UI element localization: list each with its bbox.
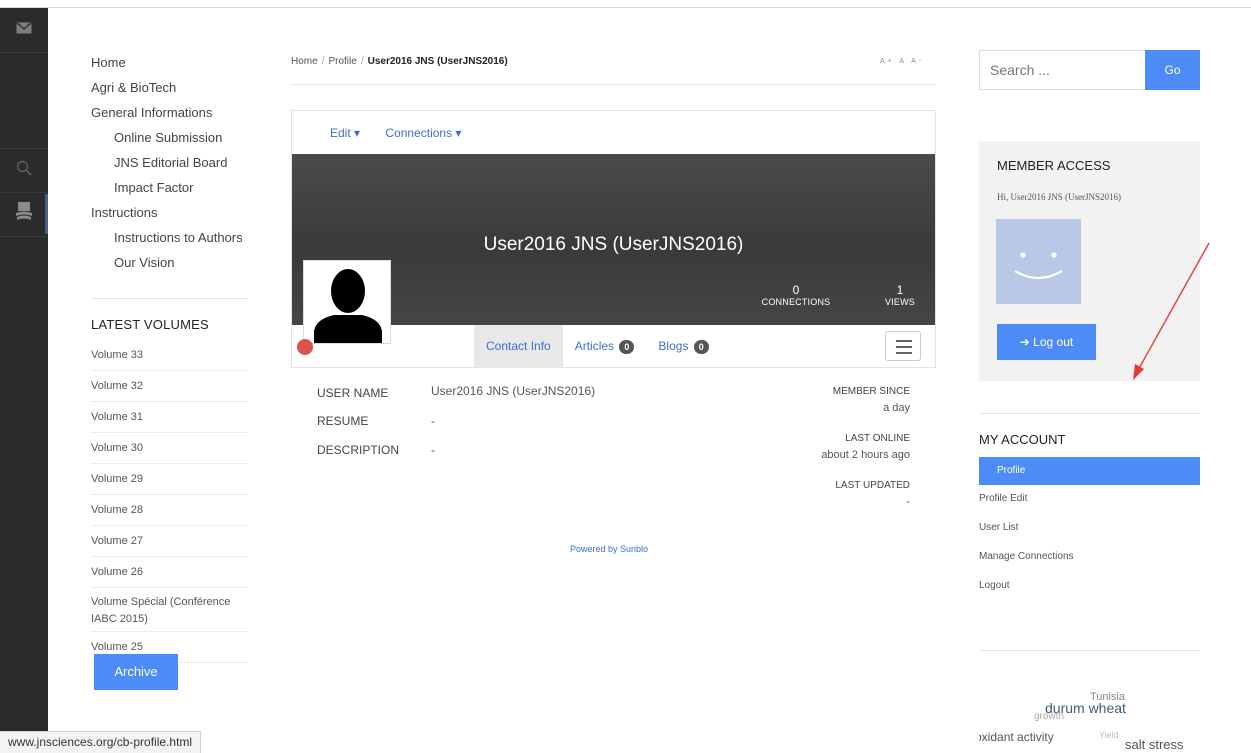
logout-button[interactable]: ➔ Log out bbox=[997, 324, 1096, 360]
search-button[interactable]: Go bbox=[1145, 50, 1200, 90]
search-icon[interactable] bbox=[0, 160, 48, 176]
search-input[interactable] bbox=[979, 50, 1145, 90]
last-updated: LAST UPDATED - bbox=[835, 480, 910, 508]
account-item-profile[interactable]: Profile bbox=[979, 457, 1200, 485]
resume-value: - bbox=[431, 414, 435, 428]
url-status-bar: www.jnsciences.org/cb-profile.html bbox=[0, 731, 202, 753]
nav-item-instructions-to-authors[interactable]: Instructions to Authors bbox=[91, 227, 248, 252]
username-label: USER NAME bbox=[317, 386, 389, 400]
top-border bbox=[0, 0, 1251, 8]
breadcrumb-home[interactable]: Home bbox=[291, 56, 318, 67]
connections-stat[interactable]: 0 CONNECTIONS bbox=[755, 283, 837, 307]
profile-tabs: Contact Info Articles 0 Blogs 0 bbox=[474, 325, 721, 367]
tag-link[interactable]: oxidant activity bbox=[979, 730, 1054, 744]
nav-item-jns-editorial-board[interactable]: JNS Editorial Board bbox=[91, 152, 248, 177]
member-avatar bbox=[996, 219, 1081, 304]
connections-menu[interactable]: Connections ▾ bbox=[385, 126, 461, 140]
blogs-count-badge: 0 bbox=[693, 340, 709, 354]
nav-item-impact-factor[interactable]: Impact Factor bbox=[91, 177, 248, 202]
my-account-menu: Profile Profile Edit User List Manage Conne… bbox=[979, 457, 1200, 601]
volume-link[interactable]: Volume 33 bbox=[91, 340, 248, 371]
nav-item-home[interactable]: Home bbox=[91, 52, 248, 77]
tag-link[interactable]: Yield bbox=[1099, 730, 1119, 740]
powered-by-link[interactable]: Powered by Sunblo bbox=[570, 544, 648, 554]
profile-card: Edit ▾ Connections ▾ User2016 JNS (UserJ… bbox=[291, 110, 936, 368]
logout-icon: ➔ bbox=[1019, 335, 1034, 349]
font-size-controls[interactable]: A+ A A- bbox=[880, 58, 924, 65]
tab-blogs[interactable]: Blogs 0 bbox=[646, 325, 720, 367]
description-label: DESCRIPTION bbox=[317, 443, 400, 457]
sidebar-divider bbox=[979, 413, 1200, 414]
nav-item-agri-biotech[interactable]: Agri & BioTech bbox=[91, 77, 248, 102]
offline-status-icon bbox=[297, 339, 313, 355]
edit-menu[interactable]: Edit ▾ bbox=[330, 126, 360, 140]
articles-count-badge: 0 bbox=[619, 340, 635, 354]
my-account-title: MY ACCOUNT bbox=[979, 432, 1066, 447]
last-online: LAST ONLINE about 2 hours ago bbox=[821, 433, 910, 461]
volume-link[interactable]: Volume 27 bbox=[91, 526, 248, 557]
sidebar-divider-2 bbox=[979, 650, 1200, 651]
description-value: - bbox=[431, 443, 435, 457]
menu-toggle-icon[interactable] bbox=[885, 331, 921, 361]
volume-list: Volume 33 Volume 32 Volume 31 Volume 30 Volu… bbox=[91, 340, 248, 663]
tag-link[interactable]: salt stress bbox=[1125, 737, 1184, 752]
smiley-avatar-icon bbox=[1014, 252, 1063, 280]
breadcrumb: Home / Profile / User2016 JNS (UserJNS2016) bbox=[291, 56, 508, 67]
account-item-user-list[interactable]: User List bbox=[979, 514, 1200, 543]
nav-item-online-submission[interactable]: Online Submission bbox=[91, 127, 248, 152]
latest-volumes-title: LATEST VOLUMES bbox=[91, 317, 209, 332]
account-item-logout[interactable]: Logout bbox=[979, 572, 1200, 601]
volume-link[interactable]: Volume 30 bbox=[91, 433, 248, 464]
views-stat: 1 VIEWS bbox=[884, 283, 915, 307]
tab-articles[interactable]: Articles 0 bbox=[563, 325, 647, 367]
nav-divider bbox=[91, 298, 248, 299]
tab-contact-info[interactable]: Contact Info bbox=[474, 325, 563, 367]
volume-link[interactable]: Volume 32 bbox=[91, 371, 248, 402]
profile-display-name: User2016 JNS (UserJNS2016) bbox=[483, 234, 744, 255]
tag-link[interactable]: growth bbox=[1034, 711, 1064, 722]
account-item-profile-edit[interactable]: Profile Edit bbox=[979, 485, 1200, 514]
profile-menu: Edit ▾ Connections ▾ bbox=[330, 126, 483, 140]
breadcrumb-divider bbox=[291, 84, 936, 85]
volume-link[interactable]: Volume 31 bbox=[91, 402, 248, 433]
volume-link[interactable]: Volume 28 bbox=[91, 495, 248, 526]
nav-item-instructions[interactable]: Instructions bbox=[91, 202, 248, 227]
nav-item-our-vision[interactable]: Our Vision bbox=[91, 252, 248, 277]
main-navigation: Home Agri & BioTech General Informations On… bbox=[91, 52, 248, 277]
resume-label: RESUME bbox=[317, 414, 369, 428]
member-access-title: MEMBER ACCESS bbox=[997, 158, 1111, 173]
member-since: MEMBER SINCE a day bbox=[832, 386, 910, 414]
account-item-manage-connections[interactable]: Manage Connections bbox=[979, 543, 1200, 572]
volume-link[interactable]: Volume 29 bbox=[91, 464, 248, 495]
mail-icon[interactable] bbox=[0, 22, 48, 34]
reading-icon[interactable] bbox=[0, 201, 48, 221]
nav-item-general-informations[interactable]: General Informations bbox=[91, 102, 248, 127]
member-greeting: Hi, User2016 JNS (UserJNS2016) bbox=[997, 192, 1121, 202]
archive-button[interactable]: Archive bbox=[94, 654, 178, 690]
profile-avatar bbox=[303, 260, 391, 344]
user-silhouette-icon bbox=[314, 269, 382, 343]
volume-link[interactable]: Volume Spécial (Conférence IABC 2015) bbox=[91, 588, 248, 632]
breadcrumb-current: User2016 JNS (UserJNS2016) bbox=[367, 56, 508, 67]
tag-cloud: Tunisia durum wheat growth oxidant activ… bbox=[979, 690, 1200, 753]
breadcrumb-profile[interactable]: Profile bbox=[328, 56, 356, 67]
side-rail bbox=[0, 8, 48, 753]
annotation-arrow-icon bbox=[1133, 242, 1210, 380]
volume-link[interactable]: Volume 26 bbox=[91, 557, 248, 588]
username-value: User2016 JNS (UserJNS2016) bbox=[431, 384, 596, 398]
